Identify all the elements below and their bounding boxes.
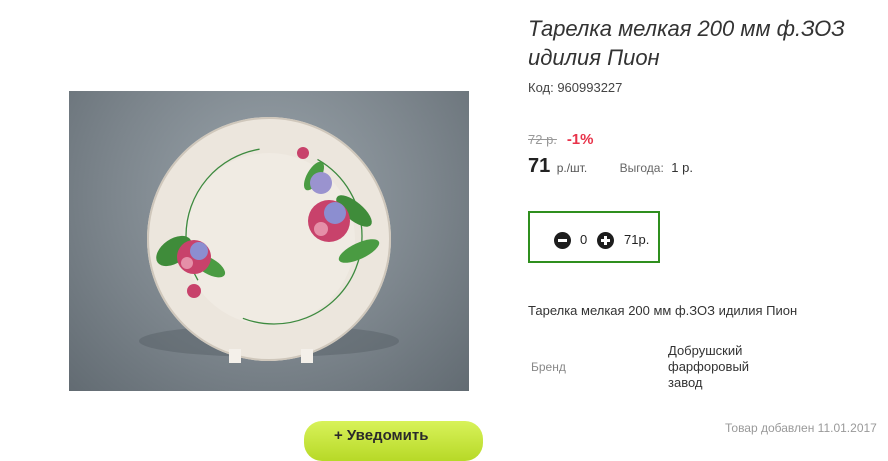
product-image[interactable]: [69, 91, 469, 391]
plus-circle-icon[interactable]: [597, 232, 614, 249]
quantity-total: 71р.: [624, 232, 650, 247]
added-date: Товар добавлен 11.01.2017: [725, 421, 877, 435]
discount-badge: -1%: [566, 131, 594, 148]
product-description: Тарелка мелкая 200 мм ф.ЗОЗ идилия Пион: [528, 303, 798, 318]
notify-button[interactable]: + Уведомить: [304, 421, 483, 461]
price-row: 71 р./шт. Выгода: 1 р.: [528, 155, 693, 178]
product-sku: Код: 960993227: [528, 80, 623, 95]
old-price: 72 р.: [528, 132, 557, 147]
product-title: Тарелка мелкая 200 мм ф.ЗОЗ идилия Пион: [528, 16, 845, 70]
saving-label: Выгода:: [619, 161, 664, 175]
plate-photo: [139, 117, 399, 363]
saving-value: 1 р.: [671, 160, 693, 175]
brand-value[interactable]: Добрушский фарфоровый завод: [668, 343, 778, 391]
price-unit: р./шт.: [556, 161, 588, 175]
old-price-row: 72 р. -1%: [528, 131, 594, 148]
minus-circle-icon[interactable]: [554, 232, 571, 249]
quantity-value: 0: [580, 232, 588, 247]
quantity-stepper: 0 71р.: [528, 211, 660, 263]
brand-label: Бренд: [531, 360, 566, 374]
current-price: 71: [528, 155, 551, 177]
